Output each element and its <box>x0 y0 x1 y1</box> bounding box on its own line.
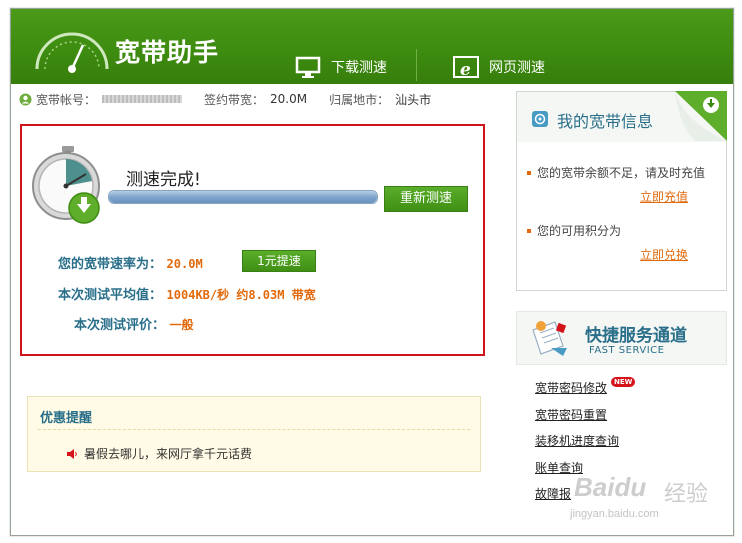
header-bar: 宽带助手 下载测速 e 网页测速 <box>11 9 733 84</box>
fast-service-header: 快捷服务通道 FAST SERVICE <box>516 311 727 365</box>
link-reset-password[interactable]: 宽带密码重置 <box>535 406 619 433</box>
tab-web-speed[interactable]: e 网页测速 <box>453 49 545 84</box>
monitor-icon <box>295 56 321 78</box>
watermark-url: jingyan.baidu.com <box>570 508 659 520</box>
points-notice: 您的可用积分为 <box>527 222 621 239</box>
rate-row: 您的宽带速率为： 20.0M <box>58 253 203 272</box>
average-value: 1004KB/秒 约8.03M 带宽 <box>166 288 316 302</box>
bandwidth-label: 签约带宽： <box>204 92 265 107</box>
evaluation-value: 一般 <box>169 318 194 332</box>
rate-value: 20.0M <box>166 257 203 271</box>
speedometer-icon <box>35 32 109 73</box>
link-change-password[interactable]: 宽带密码修改 NEW <box>535 377 636 406</box>
retest-button[interactable]: 重新测速 <box>384 186 468 212</box>
link-install-progress[interactable]: 装移机进度查询 <box>535 432 619 459</box>
promo-divider <box>38 429 470 430</box>
account-info-bar: 宽带帐号： 签约带宽： 20.0M 归属地市： 汕头市 <box>19 89 499 109</box>
fast-service-title: 快捷服务通道 <box>585 326 687 346</box>
browser-e-icon: e <box>453 55 479 80</box>
bullet-icon <box>527 228 531 233</box>
user-icon <box>19 93 32 105</box>
average-label: 本次测试平均值： <box>58 288 163 303</box>
evaluation-label: 本次测试评价： <box>74 318 166 333</box>
watermark-cn: 经验 <box>664 482 709 507</box>
points-text: 您的可用积分为 <box>537 224 622 238</box>
average-row: 本次测试平均值： 1004KB/秒 约8.03M 带宽 <box>58 284 316 303</box>
masked-account-number <box>102 95 183 103</box>
promo-item[interactable]: 暑假去哪儿，来网厅拿千元话费 <box>66 445 252 462</box>
bandwidth-value: 20.0M <box>270 92 308 106</box>
service-document-icon <box>532 321 567 356</box>
info-icon <box>532 111 548 127</box>
new-badge: NEW <box>611 377 636 387</box>
my-broadband-info-panel: 我的宽带信息 您的宽带余额不足，请及时充值 立即充值 您的可用积分为 立即兑换 <box>516 91 727 291</box>
bullet-icon <box>527 170 531 175</box>
account-label: 宽带帐号： <box>36 92 97 107</box>
balance-notice: 您的宽带余额不足，请及时充值 <box>527 164 705 181</box>
tab-label: 下载测速 <box>331 59 387 76</box>
link-label: 宽带密码修改 <box>535 381 608 395</box>
app-window: 宽带助手 下载测速 e 网页测速 宽带帐号： 签约带宽： 20.0M 归属地市：… <box>10 8 734 536</box>
promo-title: 优惠提醒 <box>40 411 93 426</box>
tab-download-speed[interactable]: 下载测速 <box>295 49 387 84</box>
region-value: 汕头市 <box>395 92 432 107</box>
redeem-link[interactable]: 立即兑换 <box>640 246 688 263</box>
progress-fill <box>109 191 377 203</box>
promo-panel: 优惠提醒 暑假去哪儿，来网厅拿千元话费 <box>27 396 481 472</box>
speed-test-progress-bar <box>108 190 378 204</box>
download-corner-icon[interactable] <box>675 91 727 141</box>
my-info-title: 我的宽带信息 <box>557 112 654 131</box>
tab-divider <box>416 49 417 81</box>
region-label: 归属地市： <box>329 92 390 107</box>
test-status-text: 测速完成! <box>126 170 201 190</box>
fast-service-subtitle: FAST SERVICE <box>589 345 665 356</box>
svg-text:e: e <box>460 60 471 80</box>
promo-item-text: 暑假去哪儿，来网厅拿千元话费 <box>84 447 253 461</box>
recharge-link[interactable]: 立即充值 <box>640 188 688 205</box>
rate-label: 您的宽带速率为： <box>58 257 163 272</box>
app-title: 宽带助手 <box>115 38 220 67</box>
evaluation-row: 本次测试评价： 一般 <box>74 314 194 333</box>
boost-speed-button[interactable]: 1元提速 <box>242 250 316 272</box>
tab-label: 网页测速 <box>489 59 545 76</box>
speaker-icon <box>67 448 77 459</box>
watermark-brand: Baidu <box>574 472 647 502</box>
speed-test-result-panel: 测速完成! 重新测速 您的宽带速率为： 20.0M 1元提速 本次测试平均值： … <box>20 124 485 356</box>
stopwatch-icon <box>32 146 100 224</box>
baidu-watermark: Baidu 经验 jingyan.baidu.com <box>560 468 730 530</box>
balance-text: 您的宽带余额不足，请及时充值 <box>537 166 706 180</box>
